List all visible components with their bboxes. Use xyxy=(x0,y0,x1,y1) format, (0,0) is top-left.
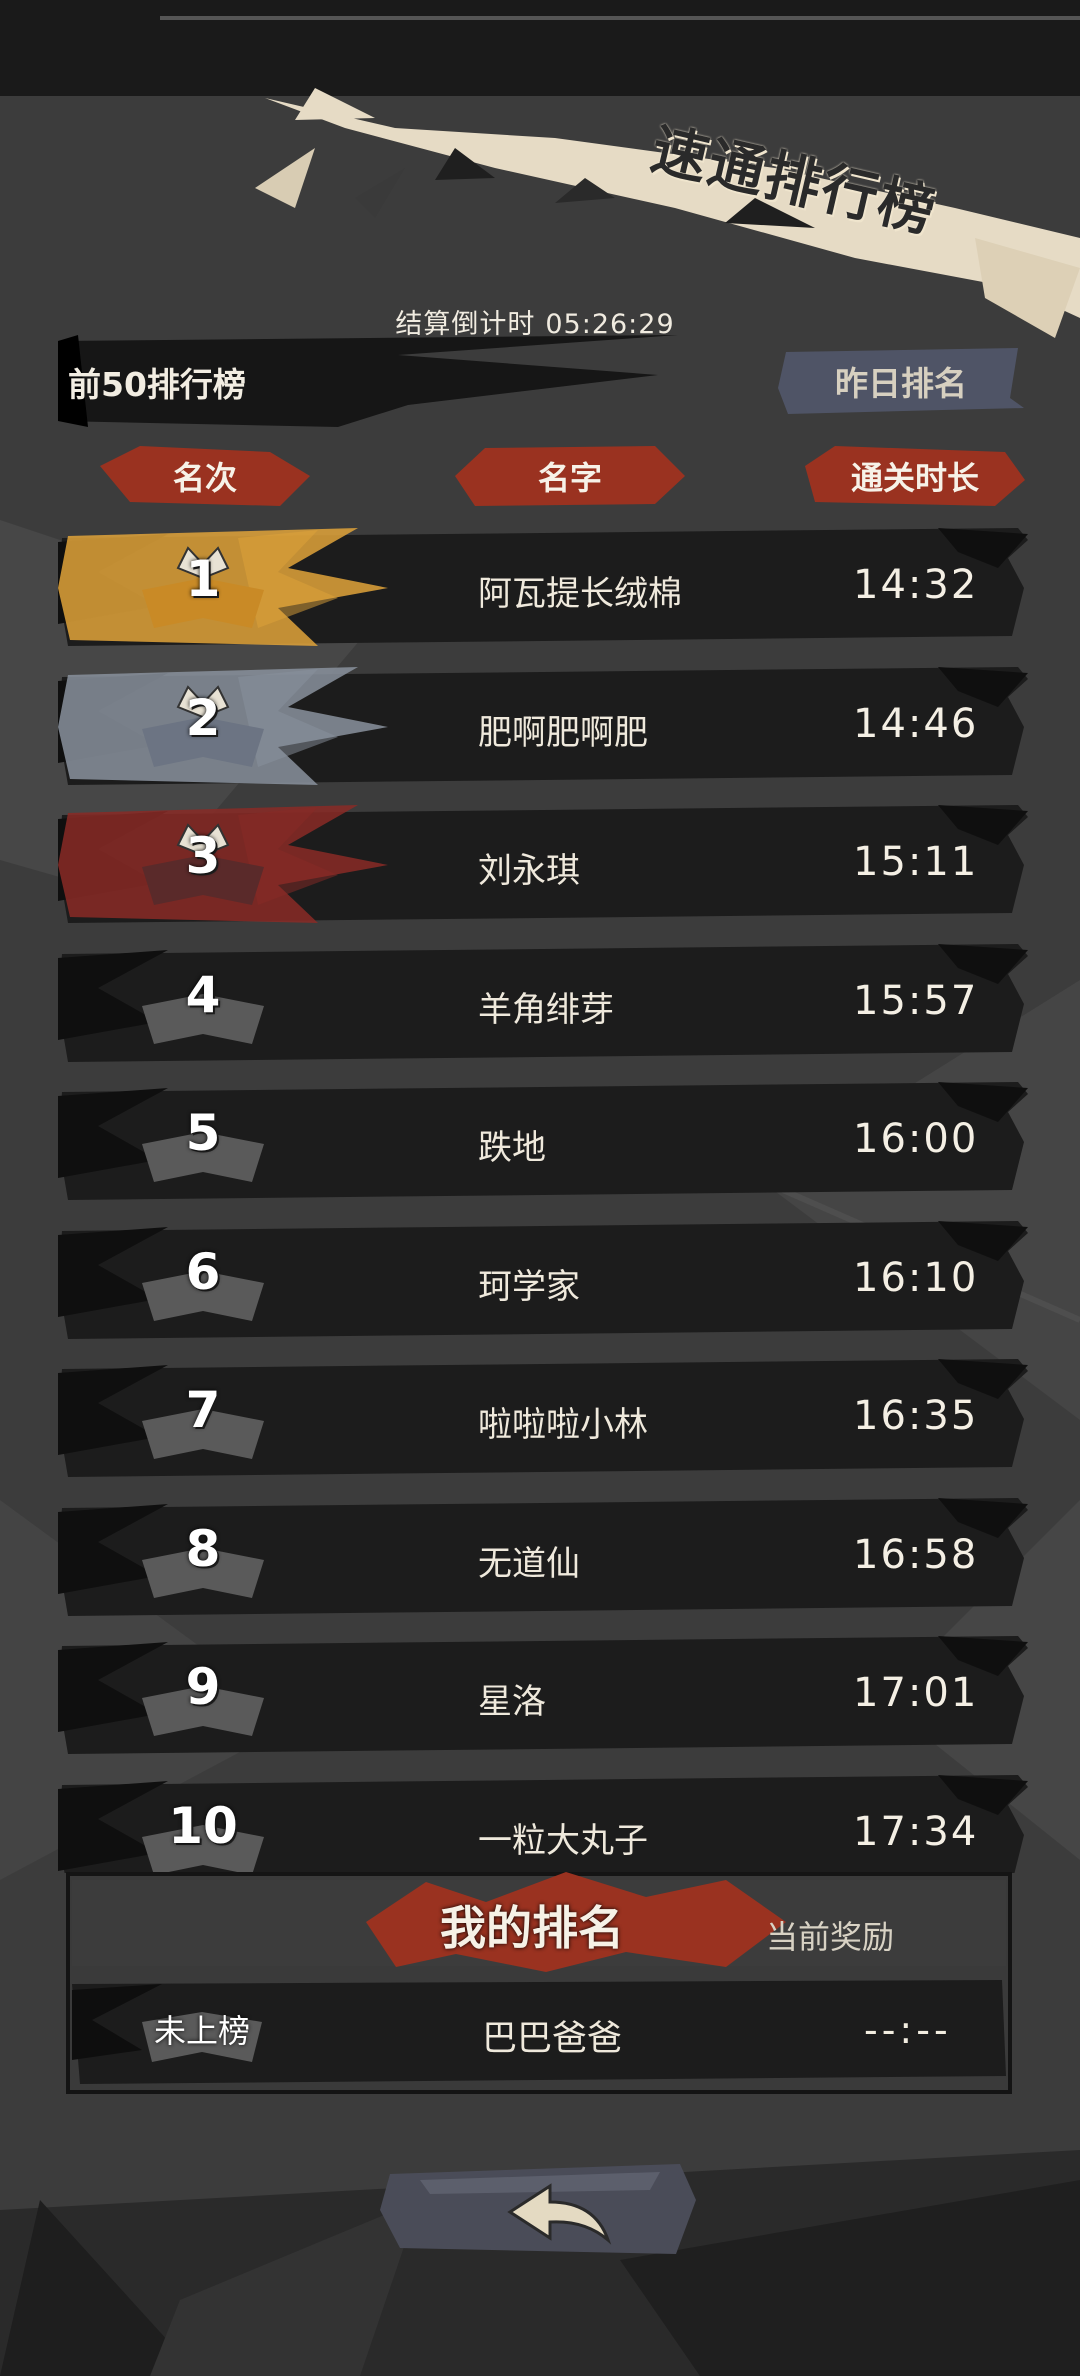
clear-time: 17:01 xyxy=(853,1670,979,1716)
clear-time: 16:10 xyxy=(853,1254,979,1301)
table-row[interactable]: 3 刘永琪 15:11 xyxy=(58,805,1028,923)
my-rank-panel: 我的排名 当前奖励 未上榜 巴巴爸爸 --:-- xyxy=(66,1872,1012,2094)
rank-number: 2 xyxy=(185,688,221,747)
clear-time: 15:11 xyxy=(853,839,979,885)
table-row[interactable]: 6 珂学家 16:10 xyxy=(58,1220,1028,1339)
clear-time: 16:00 xyxy=(853,1116,979,1162)
table-row[interactable]: 1 阿瓦提长绒棉 14:32 xyxy=(58,528,1028,646)
rank-number: 3 xyxy=(185,827,221,885)
clear-time: 16:35 xyxy=(853,1393,979,1439)
yesterday-ranking-label: 昨日排名 xyxy=(835,364,967,403)
my-rank-label: 未上榜 xyxy=(153,2012,250,2050)
player-name: 一粒大丸子 xyxy=(478,1820,648,1861)
player-name: 星洛 xyxy=(478,1682,546,1722)
my-player-name: 巴巴爸爸 xyxy=(482,2019,623,2059)
leaderboard-list[interactable]: 1 阿瓦提长绒棉 14:32 2 肥啊肥啊肥 14:46 3 刘永琪 15:11 4 羊角绯芽 15:… xyxy=(0,528,1080,1873)
table-row[interactable]: 4 羊角绯芽 15:57 xyxy=(58,943,1028,1062)
player-name: 珂学家 xyxy=(478,1266,580,1307)
current-reward-button[interactable]: 当前奖励 xyxy=(766,1912,894,1958)
player-name: 羊角绯芽 xyxy=(478,989,614,1030)
rank-number: 5 xyxy=(185,1104,221,1162)
tab-top50[interactable]: 前50排行榜 xyxy=(68,358,246,406)
table-row[interactable]: 5 跌地 16:00 xyxy=(58,1082,1028,1200)
back-button[interactable] xyxy=(380,2160,700,2260)
column-header-name: 名字 xyxy=(455,446,685,506)
column-header-time: 通关时长 xyxy=(805,446,1025,506)
rank-number: 9 xyxy=(185,1658,221,1716)
clear-time: 16:58 xyxy=(853,1531,979,1578)
player-name: 跌地 xyxy=(478,1128,546,1168)
table-row[interactable]: 7 啦啦啦小林 16:35 xyxy=(58,1359,1028,1477)
my-clear-time: --:-- xyxy=(864,2008,952,2052)
my-rank-title: 我的排名 xyxy=(440,1901,624,1955)
clear-time: 14:32 xyxy=(853,562,979,608)
clear-time: 17:34 xyxy=(853,1808,979,1855)
player-name: 无道仙 xyxy=(478,1543,580,1584)
rank-number: 7 xyxy=(185,1381,221,1439)
yesterday-ranking-button[interactable]: 昨日排名 xyxy=(778,348,1024,414)
rank-number: 4 xyxy=(185,965,221,1024)
player-name: 刘永琪 xyxy=(478,851,580,891)
player-name: 啦啦啦小林 xyxy=(478,1405,648,1445)
rank-number: 1 xyxy=(185,550,221,608)
table-row[interactable]: 9 星洛 17:01 xyxy=(58,1636,1028,1754)
table-row[interactable]: 10 一粒大丸子 17:34 xyxy=(58,1774,1028,1873)
rank-number: 8 xyxy=(185,1519,221,1578)
table-row[interactable]: 8 无道仙 16:58 xyxy=(58,1497,1028,1616)
rank-number: 10 xyxy=(168,1796,238,1855)
player-name: 肥啊肥啊肥 xyxy=(478,712,648,753)
table-row[interactable]: 2 肥啊肥啊肥 14:46 xyxy=(58,666,1028,785)
clear-time: 14:46 xyxy=(853,700,979,747)
rank-number: 6 xyxy=(185,1242,221,1301)
player-name: 阿瓦提长绒棉 xyxy=(478,574,682,614)
clear-time: 15:57 xyxy=(853,977,979,1024)
column-header-rank: 名次 xyxy=(100,446,310,506)
my-rank-row: 未上榜 巴巴爸爸 --:-- xyxy=(72,1980,1006,2084)
